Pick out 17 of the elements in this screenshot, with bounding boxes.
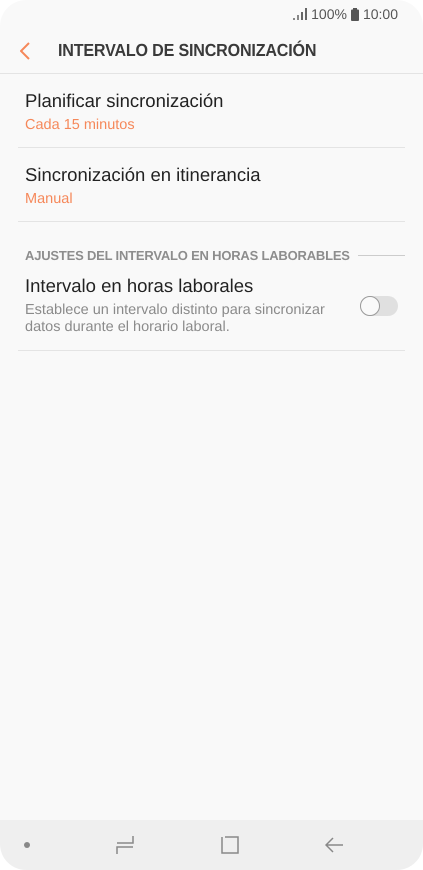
- toggle-switch[interactable]: [360, 296, 398, 316]
- section-header: AJUSTES DEL INTERVALO EN HORAS LABORABLES: [25, 248, 350, 263]
- clock-time: 10:00: [362, 6, 398, 22]
- setting-title[interactable]: Intervalo en horas laborales: [25, 275, 350, 297]
- setting-value: Manual: [25, 191, 74, 207]
- setting-title[interactable]: Sincronización en itinerancia: [25, 164, 398, 186]
- back-navigation-button[interactable]: [324, 837, 343, 853]
- recent-apps-button[interactable]: [116, 835, 134, 855]
- dot-icon[interactable]: [24, 842, 30, 848]
- page-title: INTERVALO DE SINCRONIZACIÓN: [58, 40, 316, 61]
- setting-description: Establece un intervalo distinto para sincronizar datos durante el horario laboral.: [25, 302, 326, 336]
- setting-value: Cada 15 minutos: [25, 117, 136, 133]
- home-button[interactable]: [220, 836, 239, 854]
- battery-icon: [350, 8, 359, 20]
- battery-percentage: 100%: [311, 6, 347, 22]
- signal-icon: [293, 8, 308, 20]
- setting-title[interactable]: Planificar sincronización: [25, 90, 398, 112]
